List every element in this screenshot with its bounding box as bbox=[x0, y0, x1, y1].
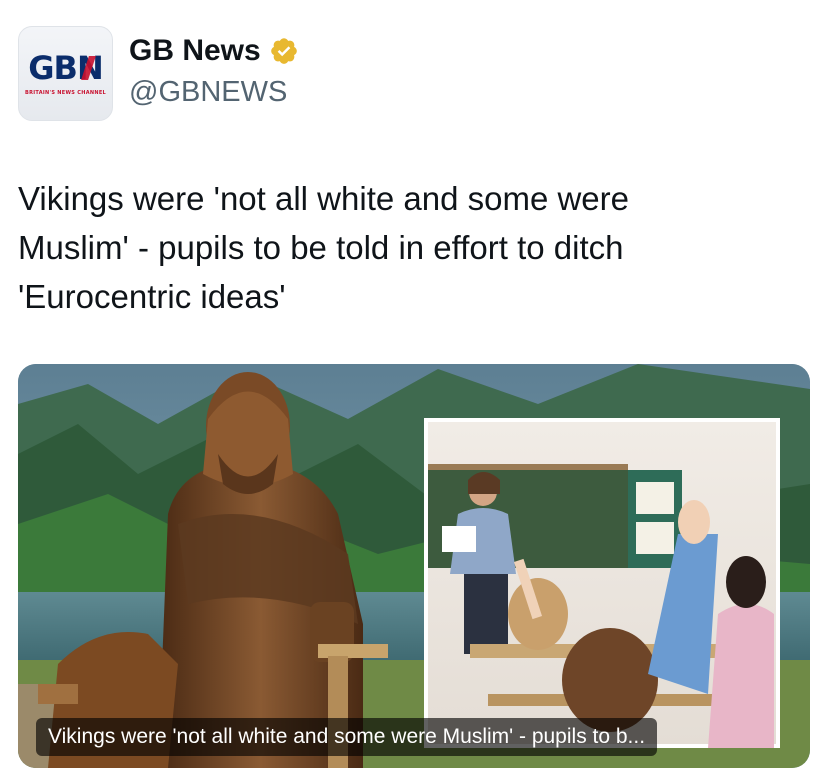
avatar[interactable]: GB N BRITAIN'S NEWS CHANNEL bbox=[18, 26, 113, 121]
gbnews-logo: GB N bbox=[28, 48, 104, 87]
author-name-row: GB News bbox=[129, 32, 299, 70]
author-handle[interactable]: @GBNEWS bbox=[129, 74, 287, 110]
display-name[interactable]: GB News bbox=[129, 32, 261, 70]
logo-text-gb: GB bbox=[28, 48, 78, 87]
card-caption[interactable]: Vikings were 'not all white and some wer… bbox=[36, 718, 658, 756]
post-text: Vikings were 'not all white and some wer… bbox=[18, 180, 629, 315]
verified-badge-icon[interactable] bbox=[269, 36, 299, 66]
logo-subtext: BRITAIN'S NEWS CHANNEL bbox=[24, 89, 107, 96]
logo-text-n: N bbox=[76, 48, 104, 87]
card-image bbox=[18, 364, 810, 768]
link-card[interactable]: Vikings were 'not all white and some wer… bbox=[18, 364, 810, 768]
